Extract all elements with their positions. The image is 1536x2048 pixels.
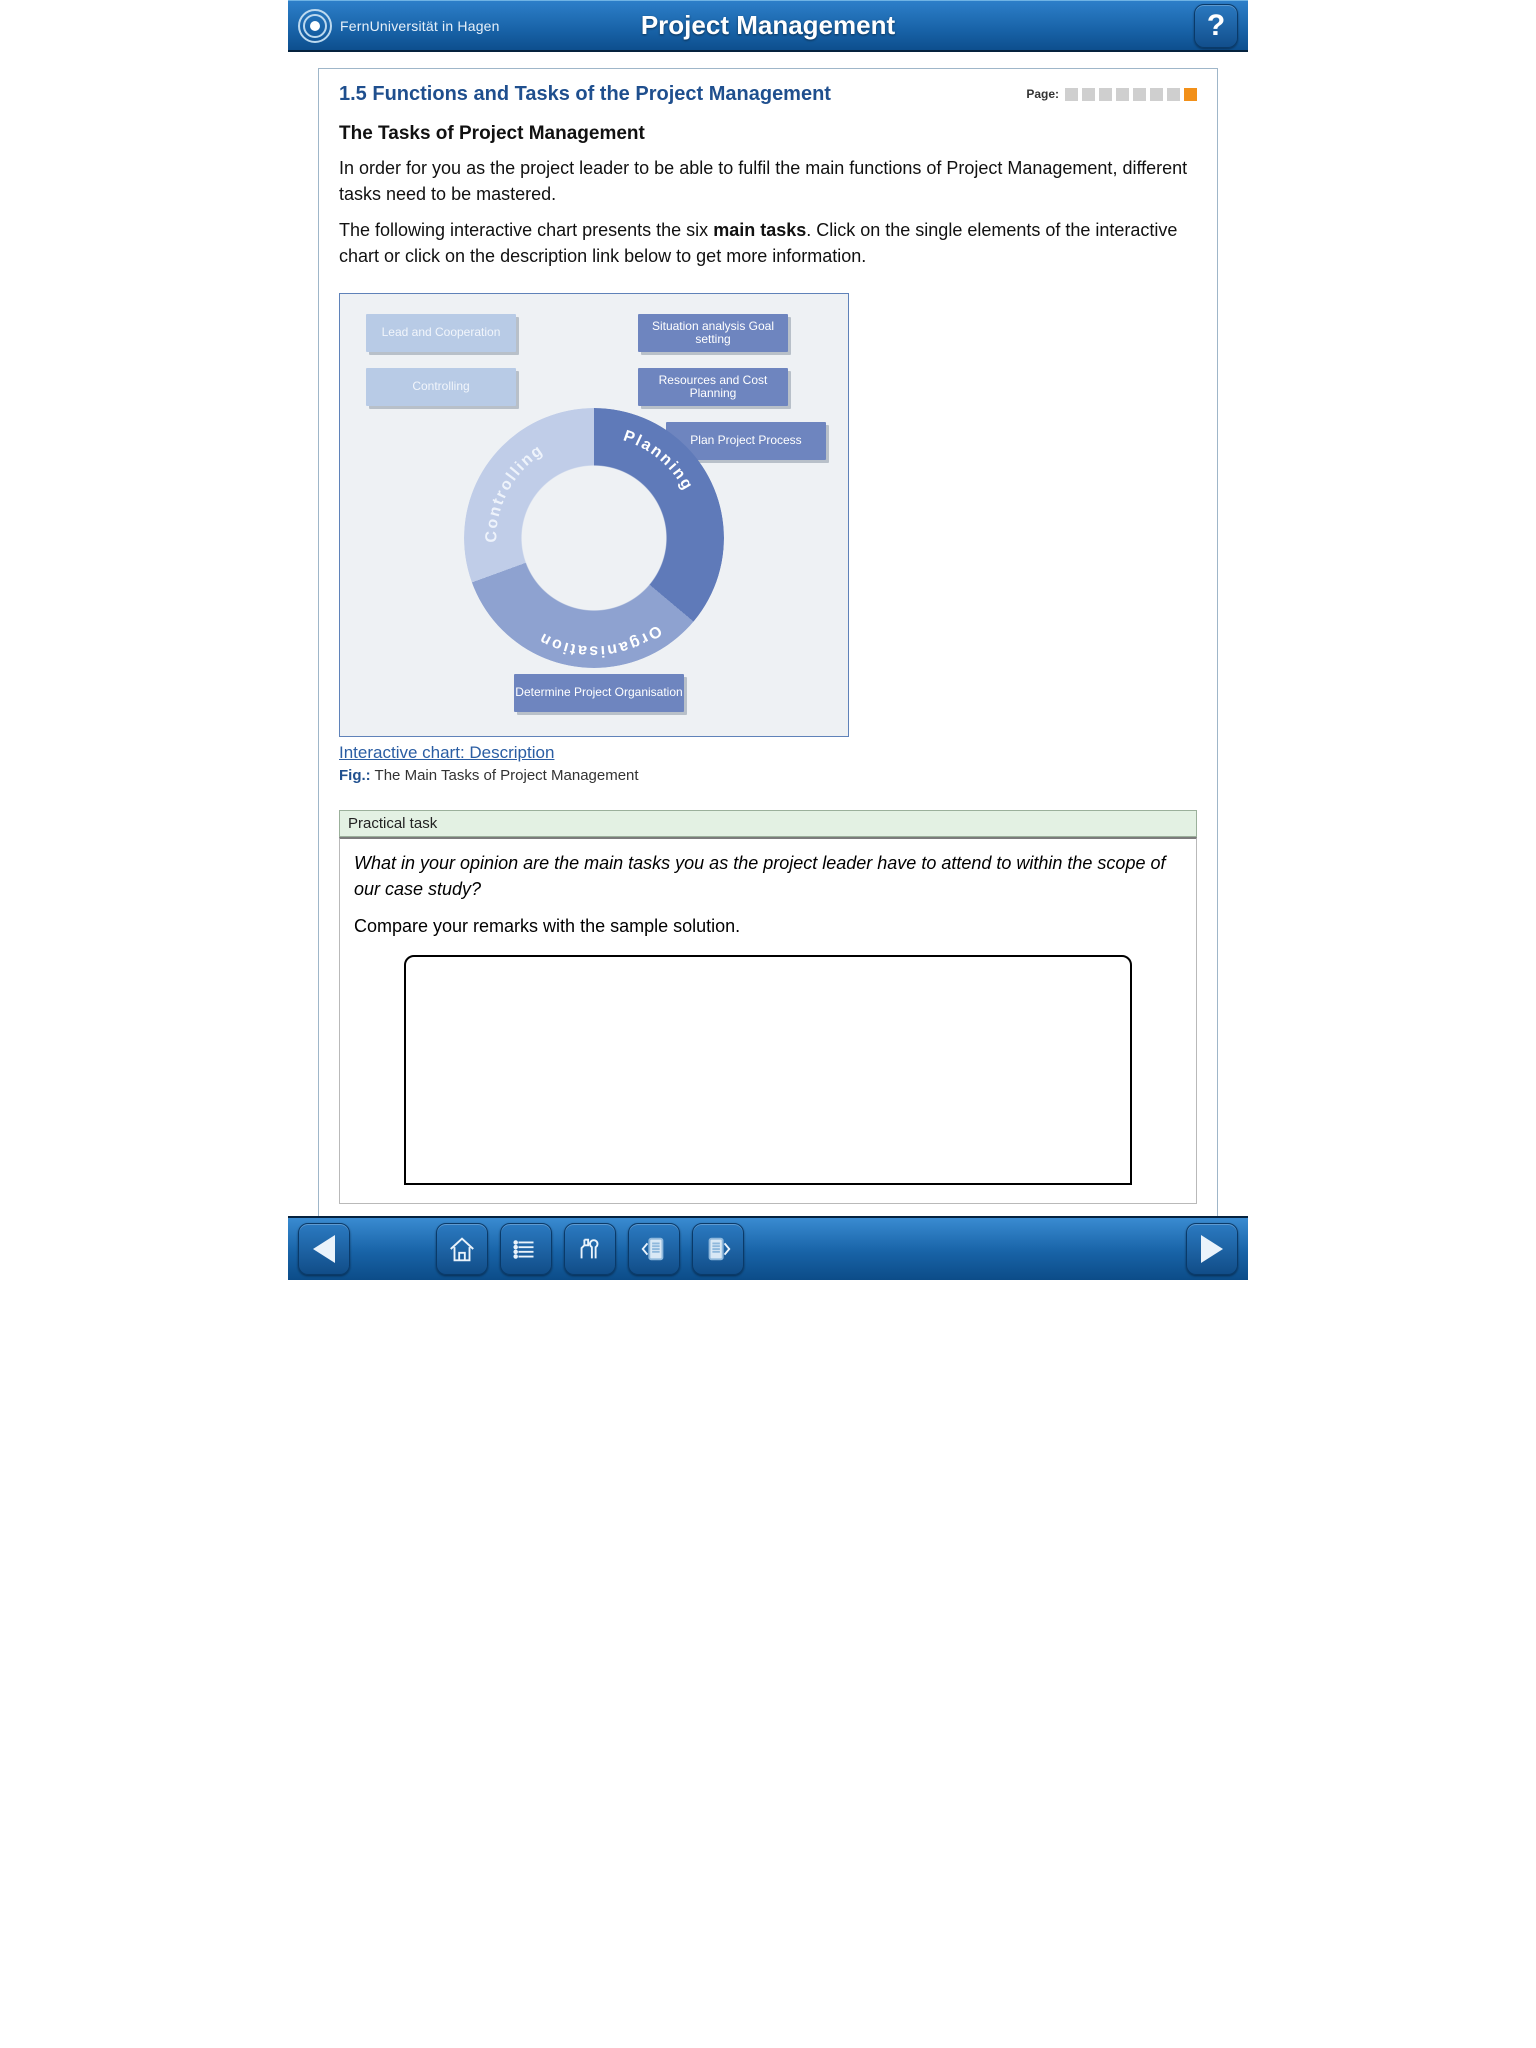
practical-task-instruction: Compare your remarks with the sample sol… [354, 916, 1182, 937]
figure-caption: Fig.: The Main Tasks of Project Manageme… [339, 767, 1197, 784]
home-icon [447, 1234, 477, 1264]
help-button[interactable]: ? [1194, 4, 1238, 48]
note-prev-button[interactable] [628, 1223, 680, 1275]
content-scroll-area[interactable]: 1.5 Functions and Tasks of the Project M… [288, 52, 1248, 1216]
section-heading: 1.5 Functions and Tasks of the Project M… [339, 83, 831, 105]
next-page-button[interactable] [1186, 1223, 1238, 1275]
page-dot[interactable] [1133, 88, 1146, 101]
home-button[interactable] [436, 1223, 488, 1275]
page-panel: 1.5 Functions and Tasks of the Project M… [318, 68, 1218, 1216]
chart-description-link[interactable]: Interactive chart: Description [339, 743, 554, 763]
page-indicator: Page: [1026, 87, 1197, 101]
content-subheading: The Tasks of Project Management [339, 123, 1197, 145]
chart-node-controlling[interactable]: Controlling [366, 368, 516, 406]
tools-button[interactable] [564, 1223, 616, 1275]
chart-node-situation[interactable]: Situation analysis Goal setting [638, 314, 788, 352]
practical-task-question: What in your opinion are the main tasks … [354, 851, 1182, 901]
page-dot[interactable] [1116, 88, 1129, 101]
institution-logo-icon [298, 9, 332, 43]
tools-icon [575, 1234, 605, 1264]
page-dot[interactable] [1099, 88, 1112, 101]
page-next-icon [703, 1234, 733, 1264]
chart-node-lead[interactable]: Lead and Cooperation [366, 314, 516, 352]
arrow-left-icon [313, 1235, 335, 1263]
top-header: FernUniversität in Hagen Project Managem… [288, 0, 1248, 52]
practical-task-header: Practical task [339, 811, 1197, 837]
page-prev-icon [639, 1234, 669, 1264]
paragraph: In order for you as the project leader t… [339, 155, 1197, 207]
page-dot[interactable] [1065, 88, 1078, 101]
paragraph: The following interactive chart presents… [339, 217, 1197, 269]
help-icon: ? [1207, 9, 1225, 43]
institution-name: FernUniversität in Hagen [340, 18, 500, 34]
arrow-right-icon [1201, 1235, 1223, 1263]
interactive-chart: Lead and Cooperation Controlling Situati… [339, 293, 849, 737]
list-icon [511, 1234, 541, 1264]
practical-task-box: Practical task What in your opinion are … [339, 810, 1197, 1203]
page-indicator-boxes[interactable] [1065, 88, 1197, 101]
prev-page-button[interactable] [298, 1223, 350, 1275]
page-dot[interactable] [1150, 88, 1163, 101]
contents-button[interactable] [500, 1223, 552, 1275]
bottom-toolbar [288, 1216, 1248, 1280]
chart-node-resources[interactable]: Resources and Cost Planning [638, 368, 788, 406]
chart-node-determine[interactable]: Determine Project Organisation [514, 674, 684, 712]
page-dot[interactable] [1082, 88, 1095, 101]
chart-cycle-ring[interactable]: Planning Organisation Controlling [464, 408, 724, 668]
page-dot-current[interactable] [1184, 88, 1197, 101]
note-next-button[interactable] [692, 1223, 744, 1275]
institution-brand: FernUniversität in Hagen [298, 9, 500, 43]
page-dot[interactable] [1167, 88, 1180, 101]
answer-textarea[interactable] [404, 955, 1133, 1185]
